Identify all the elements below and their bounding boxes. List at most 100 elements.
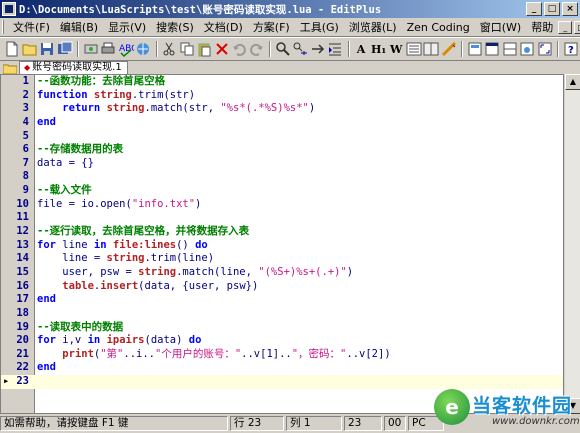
menu-window[interactable]: 窗口(W) <box>475 19 526 35</box>
code-line[interactable]: 13 for line in file:lines() do <box>1 239 563 253</box>
code-line[interactable]: 8 <box>1 170 563 184</box>
cut-icon[interactable] <box>161 40 178 59</box>
menu-browser[interactable]: 浏览器(L) <box>344 19 402 35</box>
toolbar-separator <box>461 41 464 57</box>
code-line[interactable]: 18 <box>1 307 563 321</box>
save-icon[interactable] <box>39 40 56 59</box>
fullscreen-icon[interactable] <box>537 40 554 59</box>
code-line[interactable]: 9 --载入文件 <box>1 184 563 198</box>
code-line[interactable]: 21 print("第"..i.."个用户的账号："..v[1].."，密码："… <box>1 348 563 362</box>
preview-icon[interactable] <box>135 40 152 59</box>
clear-icon[interactable] <box>214 40 231 59</box>
code-text: data = {} <box>31 157 94 171</box>
code-line[interactable]: 12 --逐行读取，去除首尾空格，并将数据存入表 <box>1 225 563 239</box>
code-token: .trim(line) <box>144 252 215 265</box>
code-editor[interactable]: 1 --函数功能：去除首尾空格 2 function string.trim(str)… <box>0 74 564 414</box>
code-line[interactable]: 16 table.insert(data, {user, psw}) <box>1 280 563 294</box>
code-token: end <box>37 361 56 374</box>
minimize-button[interactable]: _ <box>526 2 542 16</box>
code-token: function <box>37 88 88 101</box>
code-token: --存储数据用的表 <box>37 143 124 156</box>
menu-help[interactable]: 帮助 <box>526 19 558 35</box>
spellcheck-icon[interactable]: ABC <box>118 40 135 59</box>
title-bar[interactable]: D:\Documents\LuaScripts\test\账号密码读取实现.lu… <box>0 0 580 18</box>
menu-tools[interactable]: 工具(G) <box>295 19 344 35</box>
new-file-icon[interactable] <box>4 40 21 59</box>
menu-file[interactable]: 文件(F) <box>8 19 55 35</box>
help-icon[interactable]: ? <box>562 40 579 59</box>
menu-project[interactable]: 方案(F) <box>248 19 295 35</box>
window-icon[interactable] <box>484 40 501 59</box>
status-num: 00 <box>384 416 406 431</box>
replace-icon[interactable] <box>292 40 309 59</box>
menu-zen-coding[interactable]: Zen Coding <box>402 21 475 34</box>
code-text: return string.match(str, "%s*(.*%S)%s*") <box>31 102 315 116</box>
save-all-icon[interactable] <box>57 40 74 59</box>
code-line[interactable]: 10 file = io.open("info.txt") <box>1 198 563 212</box>
close-button[interactable]: × <box>562 2 578 16</box>
hex-icon[interactable]: H₁ <box>370 40 387 59</box>
status-line: 行 23 <box>230 416 284 431</box>
maximize-button[interactable]: □ <box>544 2 560 16</box>
code-token: ..v[1].. <box>241 347 292 360</box>
browser-icon[interactable] <box>519 40 536 59</box>
code-line[interactable]: 5 <box>1 130 563 144</box>
menu-search[interactable]: 搜索(S) <box>151 19 199 35</box>
tab-document[interactable]: ◆ 账号密码读取实现.1 <box>19 61 128 74</box>
line-number: 13 <box>16 238 29 251</box>
split-icon[interactable] <box>501 40 518 59</box>
code-token: insert <box>100 279 139 292</box>
code-line[interactable]: 3 return string.match(str, "%s*(.*%S)%s*… <box>1 102 563 116</box>
editplus-app-icon[interactable] <box>2 2 16 16</box>
doc-restore-button[interactable]: □ <box>574 20 580 34</box>
menu-document[interactable]: 文档(D) <box>199 19 248 35</box>
code-line[interactable]: 7 data = {} <box>1 157 563 171</box>
status-position: 23 <box>344 416 382 431</box>
goto-icon[interactable] <box>310 40 327 59</box>
doc-minimize-button[interactable]: _ <box>558 20 573 34</box>
code-token: "，密码：" <box>291 347 347 360</box>
line-number: 2 <box>22 88 29 101</box>
ruler-icon[interactable] <box>441 40 458 59</box>
vertical-scrollbar[interactable]: ▲ ▼ <box>564 74 580 414</box>
code-line[interactable]: 11 <box>1 211 563 225</box>
menu-edit[interactable]: 编辑(B) <box>55 19 103 35</box>
font-icon[interactable]: A <box>353 40 370 59</box>
print-icon[interactable] <box>100 40 117 59</box>
toolbar-separator <box>269 41 272 57</box>
line-number: 21 <box>16 347 29 360</box>
folder-icon[interactable] <box>3 63 17 74</box>
code-line[interactable]: 6 --存储数据用的表 <box>1 143 563 157</box>
code-token: --函数功能：去除首尾空格 <box>37 75 166 87</box>
ftp-icon[interactable] <box>82 40 99 59</box>
word-wrap-icon[interactable]: W <box>388 40 405 59</box>
find-icon[interactable] <box>274 40 291 59</box>
code-line[interactable]: 1 --函数功能：去除首尾空格 <box>1 75 563 89</box>
code-text: --读取表中的数据 <box>31 321 123 335</box>
code-token: user, psw = <box>37 265 139 278</box>
copy-icon[interactable] <box>178 40 195 59</box>
code-line[interactable]: 19 --读取表中的数据 <box>1 321 563 335</box>
column-icon[interactable] <box>423 40 440 59</box>
edit-icon[interactable] <box>466 40 483 59</box>
code-token: ) <box>308 102 316 115</box>
paste-icon[interactable] <box>196 40 213 59</box>
code-token: --载入文件 <box>37 184 92 197</box>
code-line[interactable]: 22 end <box>1 361 563 375</box>
redo-icon[interactable] <box>249 40 266 59</box>
menu-view[interactable]: 显示(V) <box>103 19 151 35</box>
line-number-icon[interactable] <box>405 40 422 59</box>
indent-icon[interactable] <box>327 40 344 59</box>
undo-icon[interactable] <box>231 40 248 59</box>
code-line[interactable]: 17 end <box>1 293 563 307</box>
scroll-up-icon[interactable]: ▲ <box>565 74 580 90</box>
code-line[interactable]: 14 line = string.trim(line) <box>1 252 563 266</box>
open-folder-icon[interactable] <box>22 40 39 59</box>
code-line[interactable]: 4 end <box>1 116 563 130</box>
svg-text:?: ? <box>568 45 574 56</box>
code-line[interactable]: 20 for i,v in ipairs(data) do <box>1 334 563 348</box>
code-line[interactable]: 15 user, psw = string.match(line, "(%S+)… <box>1 266 563 280</box>
code-line[interactable]: 2 function string.trim(str) <box>1 89 563 103</box>
code-lines[interactable]: 1 --函数功能：去除首尾空格 2 function string.trim(str)… <box>1 75 563 389</box>
